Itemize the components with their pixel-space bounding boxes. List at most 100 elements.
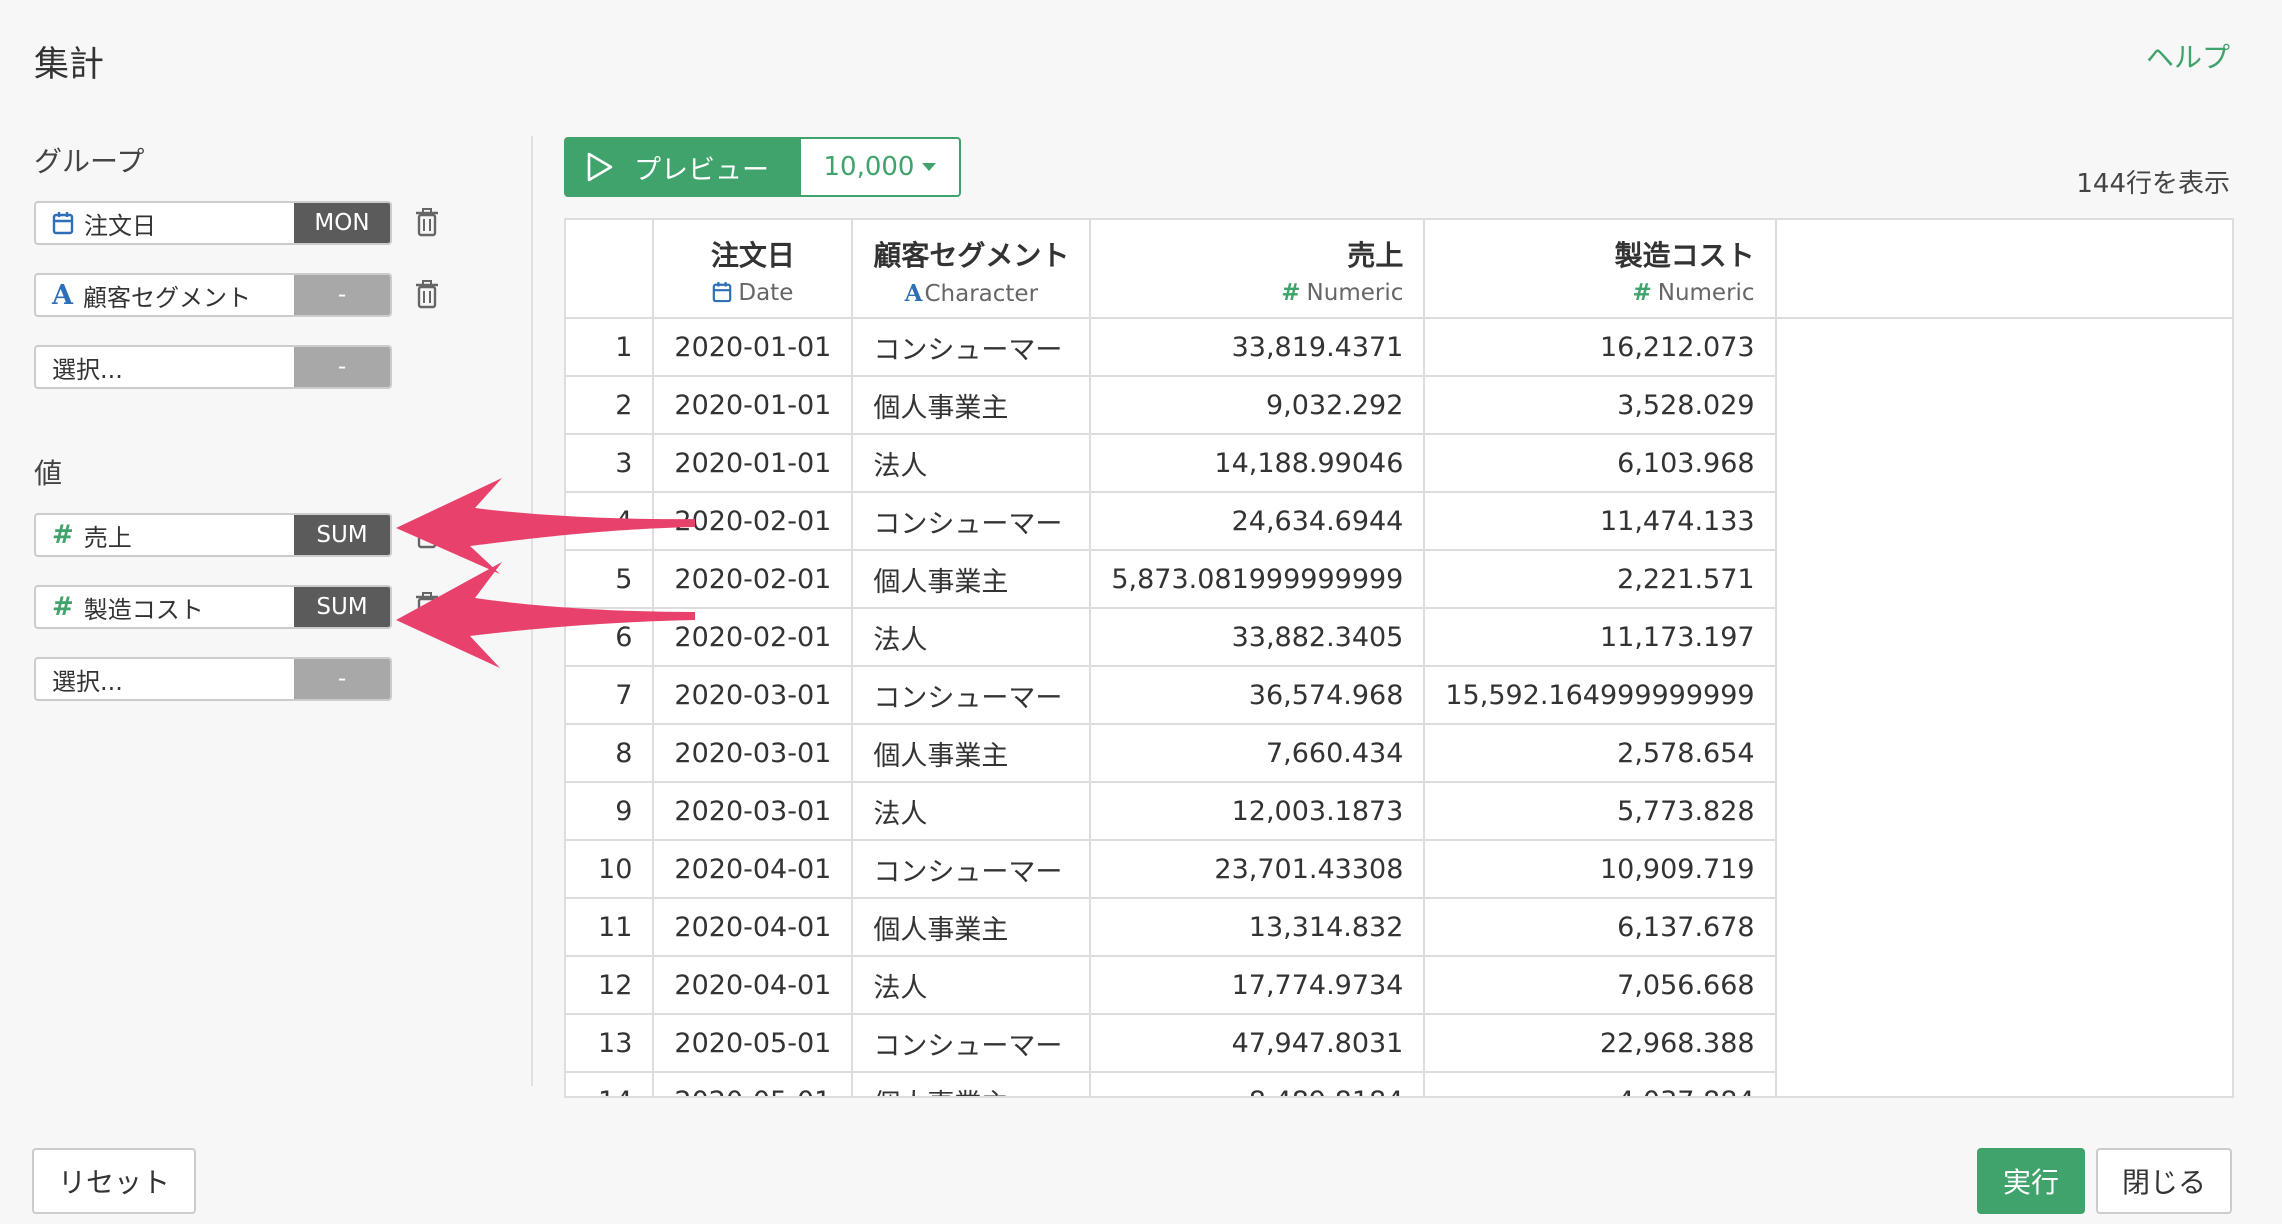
run-button[interactable]: 実行 bbox=[1977, 1148, 2085, 1214]
value-field-sales[interactable]: # 売上 SUM bbox=[34, 513, 392, 557]
row-limit-dropdown[interactable]: 10,000 bbox=[801, 137, 961, 197]
row-number-cell: 7 bbox=[566, 666, 655, 725]
empty-cell bbox=[1776, 724, 2232, 782]
table-cell: 2020-04-01 bbox=[653, 898, 854, 957]
panel-divider bbox=[531, 136, 533, 1086]
caret-down-icon bbox=[922, 163, 937, 171]
table-cell: 法人 bbox=[852, 956, 1092, 1015]
table-cell: 11,474.133 bbox=[1424, 492, 1777, 551]
calendar-icon bbox=[52, 211, 74, 235]
numeric-type-icon: # bbox=[52, 592, 74, 622]
row-number-cell: 4 bbox=[566, 492, 655, 551]
select-placeholder: 選択... bbox=[52, 667, 123, 696]
empty-cell bbox=[1776, 492, 2232, 550]
trash-icon[interactable] bbox=[414, 519, 440, 549]
trash-icon[interactable] bbox=[414, 591, 440, 621]
table-row: 2 2020-01-01 個人事業主 9,032.292 3,528.029 bbox=[566, 376, 2232, 435]
value-field-select[interactable]: 選択... - bbox=[34, 657, 392, 701]
table-cell: 2020-02-01 bbox=[653, 492, 854, 551]
table-cell: 11,173.197 bbox=[1424, 608, 1777, 667]
data-grid: 注文日 Date 顧客セグメント ACharacter 売上 # Numeric … bbox=[566, 220, 2232, 1096]
table-cell: コンシューマー bbox=[852, 492, 1092, 551]
table-cell: 2,578.654 bbox=[1424, 724, 1777, 783]
table-cell: 8,489.8184 bbox=[1090, 1072, 1426, 1096]
empty-cell bbox=[1776, 376, 2232, 434]
empty-cell bbox=[1776, 1072, 2232, 1096]
row-number-cell: 5 bbox=[566, 550, 655, 609]
group-field-select[interactable]: 選択... - bbox=[34, 345, 392, 389]
table-cell: 14,188.99046 bbox=[1090, 434, 1426, 493]
aggregation-dropdown[interactable]: SUM bbox=[294, 515, 390, 555]
close-button[interactable]: 閉じる bbox=[2096, 1148, 2232, 1214]
column-header-customer-segment[interactable]: 顧客セグメント ACharacter bbox=[852, 220, 1092, 319]
table-row: 6 2020-02-01 法人 33,882.3405 11,173.197 bbox=[566, 608, 2232, 667]
table-cell: 9,032.292 bbox=[1090, 376, 1426, 435]
table-row: 142020-05-01個人事業主8,489.81844,037.884 bbox=[566, 1072, 2232, 1096]
table-cell: 7,056.668 bbox=[1424, 956, 1777, 1015]
table-cell: 2020-04-01 bbox=[653, 956, 854, 1015]
character-type-icon: A bbox=[52, 279, 73, 311]
numeric-type-icon: # bbox=[52, 520, 74, 550]
group-field-label: 注文日 bbox=[84, 211, 156, 240]
column-header-manufacturing-cost[interactable]: 製造コスト # Numeric bbox=[1424, 220, 1777, 319]
table-cell: 16,212.073 bbox=[1424, 318, 1777, 377]
table-cell: 法人 bbox=[852, 434, 1092, 493]
aggregation-dropdown[interactable]: - bbox=[294, 659, 390, 699]
empty-header bbox=[1775, 220, 2232, 319]
value-field-manufacturing-cost[interactable]: # 製造コスト SUM bbox=[34, 585, 392, 629]
column-type: Numeric bbox=[1306, 280, 1404, 306]
table-cell: 2020-01-01 bbox=[653, 376, 854, 435]
table-cell: 個人事業主 bbox=[852, 898, 1092, 957]
table-cell: 2020-05-01 bbox=[653, 1072, 854, 1096]
empty-cell bbox=[1776, 608, 2232, 666]
table-cell: 4,037.884 bbox=[1424, 1072, 1777, 1096]
group-field-customer-segment[interactable]: A 顧客セグメント - bbox=[34, 273, 392, 317]
empty-cell bbox=[1776, 956, 2232, 1014]
help-link[interactable]: ヘルプ bbox=[2146, 36, 2230, 76]
trash-icon[interactable] bbox=[414, 279, 440, 309]
numeric-type-icon: # bbox=[1632, 280, 1652, 306]
value-field-label: 製造コスト bbox=[83, 595, 204, 624]
reset-button[interactable]: リセット bbox=[32, 1148, 196, 1214]
empty-cell bbox=[1776, 666, 2232, 724]
empty-cell bbox=[1776, 550, 2232, 608]
table-cell: 17,774.9734 bbox=[1090, 956, 1426, 1015]
table-row: 11 2020-04-01 個人事業主 13,314.832 6,137.678 bbox=[566, 898, 2232, 957]
date-unit-dropdown[interactable]: MON bbox=[294, 203, 390, 243]
trash-icon[interactable] bbox=[414, 207, 440, 237]
preview-button[interactable]: プレビュー bbox=[564, 137, 801, 197]
value-field-label: 売上 bbox=[83, 523, 132, 552]
table-cell: 3,528.029 bbox=[1424, 376, 1777, 435]
table-cell: コンシューマー bbox=[852, 318, 1092, 377]
group-agg-dropdown[interactable]: - bbox=[294, 347, 390, 387]
row-limit-value: 10,000 bbox=[823, 152, 915, 182]
table-row: 3 2020-01-01 法人 14,188.99046 6,103.968 bbox=[566, 434, 2232, 493]
column-header-order-date[interactable]: 注文日 Date bbox=[653, 220, 854, 319]
group-field-label: 顧客セグメント bbox=[82, 283, 251, 312]
empty-cell bbox=[1776, 434, 2232, 492]
table-cell: 47,947.8031 bbox=[1090, 1014, 1426, 1073]
empty-cell bbox=[1776, 898, 2232, 956]
row-number-header bbox=[566, 220, 655, 319]
column-name: 注文日 bbox=[710, 239, 795, 272]
row-number-cell: 9 bbox=[566, 782, 655, 841]
select-placeholder: 選択... bbox=[52, 355, 123, 384]
table-cell: 15,592.164999999999 bbox=[1424, 666, 1777, 725]
table-cell: 33,819.4371 bbox=[1090, 318, 1426, 377]
column-header-sales[interactable]: 売上 # Numeric bbox=[1090, 220, 1426, 319]
group-field-order-date[interactable]: 注文日 MON bbox=[34, 201, 392, 245]
aggregation-dropdown[interactable]: SUM bbox=[294, 587, 390, 627]
preview-controls: プレビュー 10,000 bbox=[564, 137, 961, 197]
preview-label: プレビュー bbox=[634, 154, 769, 186]
numeric-type-icon: # bbox=[1281, 280, 1301, 306]
table-cell: 法人 bbox=[852, 608, 1092, 667]
column-name: 売上 bbox=[1347, 239, 1404, 272]
table-cell: 法人 bbox=[852, 782, 1092, 841]
group-section-title: グループ bbox=[34, 145, 145, 178]
table-row: 10 2020-04-01 コンシューマー 23,701.43308 10,909.71… bbox=[566, 840, 2232, 899]
table-row: 8 2020-03-01 個人事業主 7,660.434 2,578.654 bbox=[566, 724, 2232, 783]
table-cell: 36,574.968 bbox=[1090, 666, 1426, 725]
row-number-cell: 1 bbox=[566, 318, 655, 377]
group-agg-dropdown[interactable]: - bbox=[294, 275, 390, 315]
table-header-row: 注文日 Date 顧客セグメント ACharacter 売上 # Numeric … bbox=[566, 220, 2232, 319]
